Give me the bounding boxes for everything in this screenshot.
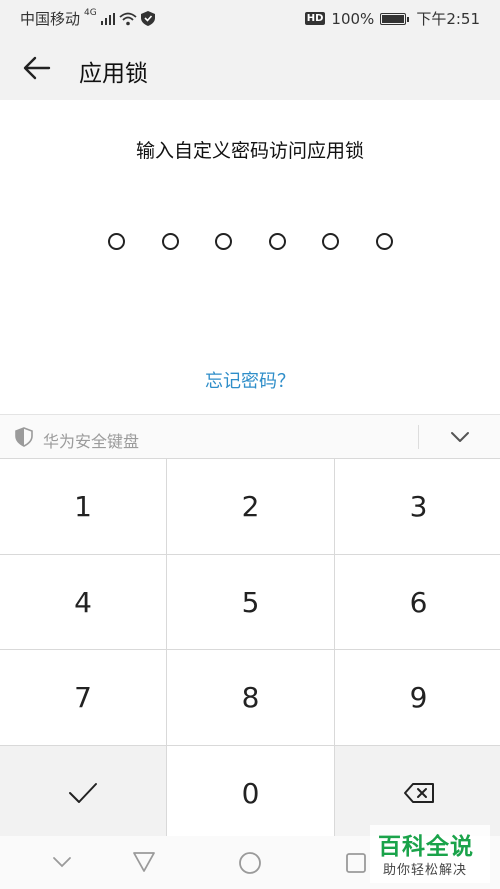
wifi-icon [119, 12, 137, 25]
pin-dot [322, 233, 340, 250]
shield-icon [15, 427, 33, 447]
pin-dot [215, 233, 233, 250]
home-circle-icon[interactable] [238, 851, 262, 875]
carrier-label: 中国移动 [20, 10, 81, 28]
key-0[interactable]: 0 [167, 746, 334, 840]
numeric-keypad: 1 2 3 4 5 6 7 8 9 0 [0, 458, 500, 840]
recents-square-icon[interactable] [345, 852, 367, 874]
key-2[interactable]: 2 [167, 459, 334, 554]
key-7[interactable]: 7 [0, 650, 166, 745]
clock: 下午2:51 [416, 10, 480, 28]
secure-keyboard-header: 华为安全键盘 [0, 414, 500, 459]
keyboard-title: 华为安全键盘 [43, 432, 140, 451]
arrow-left-icon[interactable] [22, 53, 52, 83]
checkmark-icon [69, 783, 97, 803]
app-header: 应用锁 [0, 34, 500, 100]
battery-fill [382, 14, 405, 23]
keyboard-header-divider [418, 425, 419, 449]
signal-icon [100, 12, 115, 25]
status-left: 中国移动 4G [20, 8, 155, 29]
key-1[interactable]: 1 [0, 459, 166, 554]
battery-percent: 100% [331, 9, 375, 28]
key-8[interactable]: 8 [167, 650, 334, 745]
watermark-main-text: 百科全说 [378, 834, 474, 860]
pin-dot [108, 233, 125, 250]
pin-dot [161, 233, 179, 250]
key-4[interactable]: 4 [0, 555, 166, 649]
network-type: 4G [84, 7, 97, 18]
hd-badge: HD [304, 12, 326, 25]
page-title: 应用锁 [79, 61, 148, 87]
pin-dot [268, 233, 286, 250]
forgot-password-link[interactable]: 忘记密码？ [0, 367, 500, 393]
key-5[interactable]: 5 [167, 555, 334, 649]
key-3[interactable]: 3 [335, 459, 500, 554]
status-bar: 中国移动 4G HD 100% 下午2:51 [0, 0, 500, 34]
battery-icon [380, 12, 410, 25]
status-right: HD 100% 下午2:51 [304, 8, 480, 29]
key-9[interactable]: 9 [335, 650, 500, 745]
backspace-icon [403, 783, 434, 803]
back-triangle-icon[interactable] [132, 851, 156, 873]
chevron-down-icon[interactable] [449, 429, 471, 445]
password-prompt: 输入自定义密码访问应用锁 [135, 140, 364, 162]
watermark-logo: 百科全说 助你轻松解决 [370, 825, 490, 883]
watermark-sub-text: 助你轻松解决 [383, 863, 468, 878]
key-6[interactable]: 6 [335, 555, 500, 649]
security-shield-icon [140, 11, 155, 26]
confirm-key[interactable] [0, 746, 166, 840]
pin-dot [375, 233, 393, 250]
hide-nav-icon[interactable] [52, 856, 72, 868]
pin-indicator [108, 230, 393, 254]
